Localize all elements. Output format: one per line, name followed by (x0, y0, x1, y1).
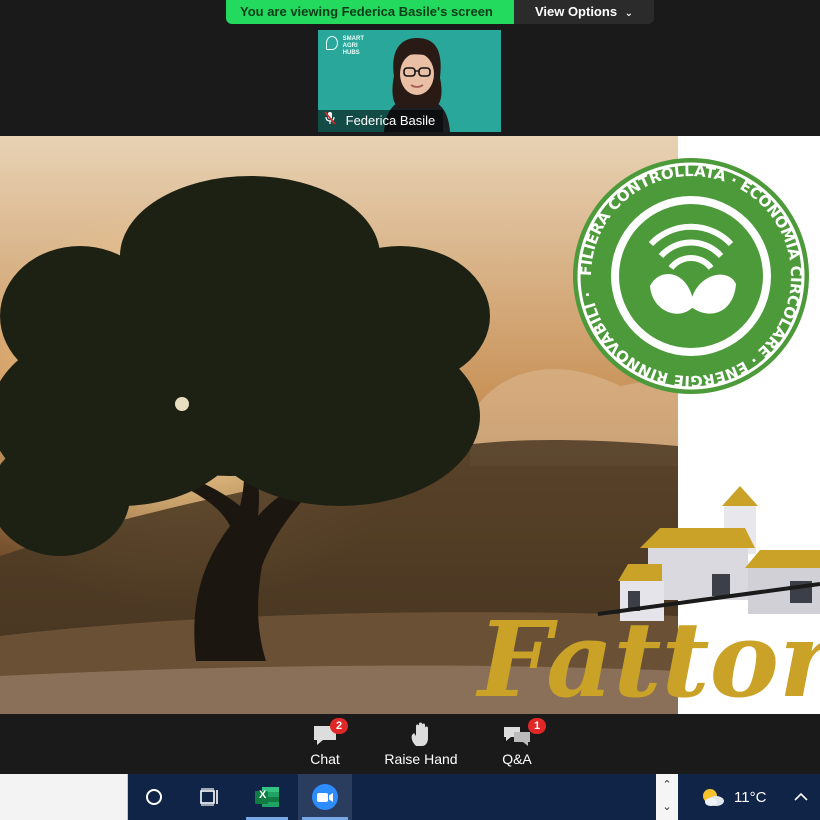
chat-button[interactable]: 2 Chat (282, 718, 368, 772)
participant-video-tile[interactable]: SMART AGRI HUBS Federica Basile (318, 30, 501, 132)
task-view-button[interactable] (186, 774, 234, 820)
zoom-app-icon (312, 784, 338, 810)
cortana-circle-icon (146, 789, 162, 805)
excel-letter: X (259, 789, 267, 801)
view-options-label: View Options (534, 4, 618, 19)
excel-taskbar-button[interactable]: X (242, 774, 292, 820)
shared-screen-view[interactable]: FILIERA CONTROLLATA · ECONOMIA CIRCOLARE… (0, 136, 820, 714)
weather-widget[interactable]: 11°C (700, 774, 766, 820)
participant-name-label: Federica Basile (318, 110, 444, 132)
viewing-screen-label: You are viewing Federica Basile's screen (226, 0, 514, 24)
leaf-logo-icon (326, 36, 338, 50)
certification-stamp (573, 158, 809, 394)
qa-button[interactable]: 1 Q&A (474, 718, 560, 772)
windows-taskbar: X ⌃ ⌄ 11°C (0, 774, 820, 820)
participant-name: Federica Basile (345, 113, 436, 128)
video-strip: SMART AGRI HUBS Federica Basile (0, 24, 820, 136)
zoom-taskbar-button[interactable] (298, 774, 352, 820)
taskbar-scroll-control[interactable]: ⌃ ⌄ (656, 774, 678, 820)
chat-unread-badge: 2 (330, 718, 348, 734)
logo-line: HUBS (342, 50, 360, 56)
system-tray-expand[interactable] (786, 774, 816, 820)
chevron-down-icon: ⌄ (624, 8, 634, 19)
brand-wordmark: Fattor (475, 598, 820, 714)
weather-temperature: 11°C (734, 788, 767, 806)
excel-icon (255, 787, 279, 807)
zoom-meeting-window: You are viewing Federica Basile's screen… (0, 0, 820, 820)
taskbar-search-box[interactable] (0, 774, 128, 820)
raise-hand-button[interactable]: Raise Hand (378, 720, 464, 772)
scroll-up-icon[interactable]: ⌃ (656, 774, 678, 796)
task-view-icon (200, 788, 218, 806)
scroll-down-icon[interactable]: ⌄ (656, 796, 678, 818)
background-logo: SMART AGRI HUBS (326, 36, 364, 57)
logo-line: SMART (342, 36, 365, 42)
logo-line: AGRI (342, 43, 358, 49)
chevron-up-icon (794, 792, 808, 801)
meeting-controls-bar: 2 Chat Raise Hand 1 Q&A (0, 714, 820, 774)
view-options-button[interactable]: View Options ⌄ (514, 0, 654, 24)
partly-sunny-icon (703, 789, 724, 806)
chat-label: Chat (310, 751, 340, 767)
raise-hand-label: Raise Hand (384, 751, 458, 767)
brand-graphics: FILIERA CONTROLLATA · ECONOMIA CIRCOLARE… (475, 158, 820, 714)
muted-mic-icon (324, 110, 336, 132)
qa-label: Q&A (502, 751, 532, 767)
hand-icon (411, 722, 428, 746)
qa-unread-badge: 1 (528, 718, 546, 734)
cortana-button[interactable] (130, 774, 178, 820)
screen-share-banner: You are viewing Federica Basile's screen… (226, 0, 654, 24)
